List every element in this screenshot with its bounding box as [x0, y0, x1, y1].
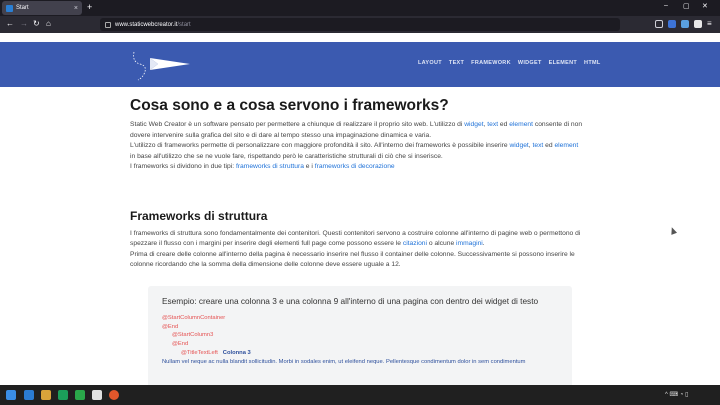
link-text[interactable]: text	[487, 121, 498, 128]
structure-paragraph: I frameworks di struttura sono fondament…	[130, 229, 581, 248]
link-citazioni[interactable]: citazioni	[403, 240, 427, 247]
menu-item-element[interactable]: ELEMENT	[549, 60, 577, 66]
types-paragraph: I frameworks si dividono in due tipi: fr…	[130, 163, 395, 170]
link-element-2[interactable]: element	[554, 142, 578, 149]
menu-item-html[interactable]: HTML	[584, 60, 600, 66]
address-bar[interactable]: www.staticwebcreator.it /start	[100, 18, 620, 31]
firefox-icon[interactable]	[109, 390, 119, 400]
code-line: Nullam vel neque ac nulla blandit sollic…	[162, 358, 526, 365]
section-heading: Frameworks di struttura	[130, 208, 268, 223]
link-widget-2[interactable]: widget	[509, 142, 528, 149]
lock-icon	[105, 21, 111, 28]
tab-start[interactable]: Start ×	[2, 1, 82, 15]
pocket-icon[interactable]	[655, 20, 663, 28]
menu-item-text[interactable]: TEXT	[449, 60, 464, 66]
url-path: /start	[177, 21, 191, 28]
extension-icon[interactable]	[668, 20, 676, 28]
columns-paragraph: Prima di creare delle colonne all'intern…	[130, 250, 575, 269]
menu-item-widget[interactable]: WIDGET	[518, 60, 542, 66]
code-line: @End	[172, 341, 189, 348]
taskbar-app-icon[interactable]	[24, 390, 34, 400]
example-title: Esempio: creare una colonna 3 e una colo…	[162, 296, 539, 306]
article: Cosa sono e a cosa servono i frameworks?…	[130, 97, 585, 271]
maximize-button[interactable]: ▢	[683, 2, 690, 10]
new-tab-button[interactable]: +	[87, 2, 92, 12]
page-title: Cosa sono e a cosa servono i frameworks?	[130, 97, 449, 114]
tab-close-icon[interactable]: ×	[74, 5, 78, 12]
minimize-button[interactable]: –	[664, 2, 668, 9]
example-box: Esempio: creare una colonna 3 e una colo…	[148, 286, 572, 385]
link-element[interactable]: element	[509, 121, 533, 128]
code-line: @StartColumn3	[172, 332, 214, 339]
intro-paragraph: Static Web Creator è un software pensato…	[130, 121, 583, 139]
link-frameworks-struttura[interactable]: frameworks di struttura	[236, 163, 304, 170]
close-window-button[interactable]: ✕	[702, 2, 708, 10]
navigation-bar: ← → ↻ ⌂ www.staticwebcreator.it /start ≡	[0, 16, 720, 33]
mouse-cursor-icon	[668, 226, 678, 235]
file-explorer-icon[interactable]	[41, 390, 51, 400]
web-page: LAYOUT TEXT FRAMEWORK WIDGET ELEMENT HTM…	[0, 33, 720, 385]
menu-icon[interactable]: ≡	[707, 19, 712, 28]
taskbar: ^ ⌨ ◔ ▯	[0, 385, 720, 405]
paper-plane-logo-icon[interactable]	[130, 44, 192, 84]
taskbar-app-icon[interactable]	[75, 390, 85, 400]
tab-title: Start	[16, 5, 29, 11]
code-line: @End	[162, 323, 179, 330]
start-icon[interactable]	[6, 390, 16, 400]
site-header: LAYOUT TEXT FRAMEWORK WIDGET ELEMENT HTM…	[0, 42, 720, 87]
site-favicon-icon	[6, 4, 13, 12]
link-frameworks-decorazione[interactable]: frameworks di decorazione	[315, 163, 395, 170]
code-line: @TitleTextLeft Colonna 3	[181, 349, 251, 356]
system-tray[interactable]: ^ ⌨ ◔ ▯	[665, 391, 688, 398]
forward-icon[interactable]: →	[20, 19, 28, 28]
link-widget[interactable]: widget	[464, 121, 483, 128]
url-host: www.staticwebcreator.it	[115, 21, 178, 28]
frameworks-paragraph: L'utilizzo di frameworks permette di per…	[130, 142, 579, 160]
taskbar-app-icon[interactable]	[92, 390, 102, 400]
download-icon[interactable]	[694, 20, 702, 28]
link-immagini[interactable]: immagini	[456, 240, 483, 247]
tab-strip: Start × + – ▢ ✕	[0, 0, 720, 16]
home-icon[interactable]: ⌂	[46, 19, 51, 28]
reload-icon[interactable]: ↻	[33, 19, 40, 28]
site-menu: LAYOUT TEXT FRAMEWORK WIDGET ELEMENT HTM…	[418, 60, 601, 66]
taskbar-app-icon[interactable]	[58, 390, 68, 400]
back-icon[interactable]: ←	[6, 19, 14, 28]
code-line: @StartColumnContainer	[162, 315, 226, 321]
code-sample: @StartColumnContainer @End @StartColumn3…	[162, 314, 558, 366]
menu-item-layout[interactable]: LAYOUT	[418, 60, 442, 66]
link-text-2[interactable]: text	[533, 142, 544, 149]
account-icon[interactable]	[681, 20, 689, 28]
menu-item-framework[interactable]: FRAMEWORK	[471, 60, 511, 66]
